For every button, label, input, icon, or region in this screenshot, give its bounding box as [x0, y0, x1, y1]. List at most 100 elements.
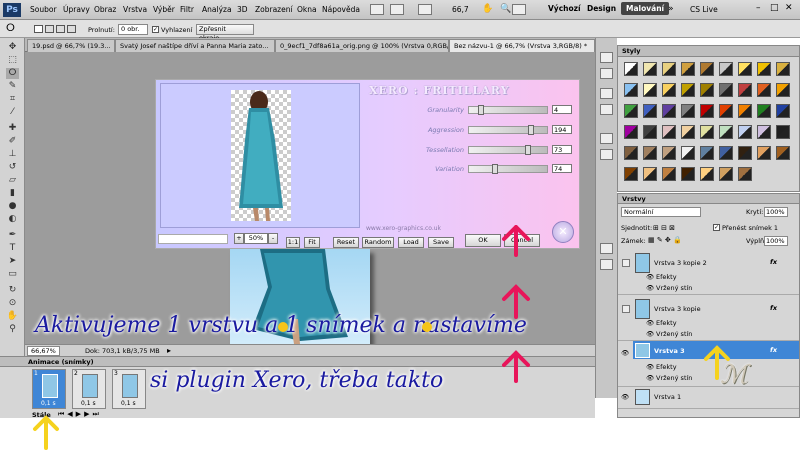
layer-name[interactable]: Vrstva 3 kopie 2: [654, 259, 707, 267]
style-swatch[interactable]: [624, 167, 638, 181]
style-swatch[interactable]: [624, 104, 638, 118]
style-swatch[interactable]: [662, 146, 676, 160]
move-tool-icon[interactable]: ✥: [6, 42, 19, 53]
menu-vyber[interactable]: Výběr: [153, 5, 175, 14]
style-swatch[interactable]: [681, 104, 695, 118]
feather-input[interactable]: 0 obr.: [118, 24, 148, 35]
intersect-selection-icon[interactable]: [67, 25, 76, 33]
lasso-icon[interactable]: ⵔ: [6, 23, 15, 34]
style-swatch[interactable]: [776, 83, 790, 97]
variation-value[interactable]: 74: [552, 164, 572, 173]
opacity-input[interactable]: 100%: [764, 207, 788, 217]
xero-logo-icon[interactable]: ✕: [552, 221, 574, 243]
animation-panel-title[interactable]: Animace (snímky): [28, 358, 94, 366]
style-swatch[interactable]: [776, 104, 790, 118]
effects-eye-icon[interactable]: 👁: [646, 319, 654, 327]
style-swatch[interactable]: [738, 125, 752, 139]
style-swatch[interactable]: [776, 125, 790, 139]
path-select-icon[interactable]: ➤: [6, 256, 19, 267]
layer-fx-icon[interactable]: fx: [770, 346, 777, 354]
save-button[interactable]: Save: [428, 237, 454, 248]
style-swatch[interactable]: [662, 83, 676, 97]
style-swatch[interactable]: [738, 167, 752, 181]
style-swatch[interactable]: [681, 125, 695, 139]
animation-frame[interactable]: 2 0,1 s: [72, 369, 106, 409]
style-swatch[interactable]: [643, 146, 657, 160]
crop-tool-icon[interactable]: ⌗: [6, 94, 19, 105]
adjustments-panel-icon[interactable]: [600, 133, 613, 144]
style-swatch[interactable]: [700, 125, 714, 139]
layer-row[interactable]: Vrstva 3 kopie 2 fx 👁 Efekty 👁 Vržený st…: [618, 249, 799, 295]
bridge-icon[interactable]: [370, 4, 384, 15]
eraser-tool-icon[interactable]: ▱: [6, 175, 19, 186]
minibridge-icon[interactable]: [390, 4, 404, 15]
zoom-in-button[interactable]: +: [234, 233, 244, 244]
pen-tool-icon[interactable]: ✒: [6, 230, 19, 241]
style-swatch[interactable]: [719, 125, 733, 139]
effects-eye-icon[interactable]: 👁: [646, 273, 654, 281]
menu-analyza[interactable]: Analýza: [202, 5, 232, 14]
load-button[interactable]: Load: [398, 237, 424, 248]
zoom-1to1-button[interactable]: 1:1: [286, 237, 300, 248]
zoom-level[interactable]: 66,7: [452, 5, 469, 14]
style-swatch[interactable]: [643, 104, 657, 118]
style-swatch[interactable]: [662, 167, 676, 181]
style-swatch[interactable]: [757, 146, 771, 160]
shadow-eye-icon[interactable]: 👁: [646, 284, 654, 292]
layer-row[interactable]: Vrstva 3 kopie fx 👁 Efekty 👁 Vržený stín: [618, 295, 799, 341]
antialias-checkbox[interactable]: ✓: [152, 26, 159, 33]
hand-tool-icon[interactable]: ✋: [6, 311, 19, 322]
blend-mode-select[interactable]: Normální: [621, 207, 701, 217]
refine-edge-button[interactable]: Zpřesnit okraje...: [196, 24, 254, 42]
animation-frame[interactable]: 1 0,1 s: [32, 369, 66, 409]
style-swatch[interactable]: [738, 146, 752, 160]
style-swatch[interactable]: [700, 104, 714, 118]
styles-panel-title[interactable]: Styly: [622, 47, 641, 55]
layer-name[interactable]: Vrstva 3: [654, 347, 685, 355]
history-panel-icon[interactable]: [600, 52, 613, 63]
brush-tool-icon[interactable]: ✐: [6, 136, 19, 147]
menu-zobrazeni[interactable]: Zobrazení: [255, 5, 293, 14]
zoom-out-button[interactable]: -: [268, 233, 278, 244]
style-swatch[interactable]: [681, 62, 695, 76]
menu-okna[interactable]: Okna: [297, 5, 317, 14]
type-tool-icon[interactable]: T: [6, 243, 19, 254]
aggression-slider[interactable]: [468, 125, 548, 135]
3d-camera-icon[interactable]: ⊙: [6, 298, 19, 309]
workspace-design[interactable]: Design: [587, 4, 616, 13]
style-swatch[interactable]: [700, 62, 714, 76]
workspace-vychozi[interactable]: Výchozí: [548, 4, 581, 13]
actions-panel-icon[interactable]: [600, 68, 613, 79]
animation-frame[interactable]: 3 0,1 s: [112, 369, 146, 409]
effects-eye-icon[interactable]: 👁: [646, 363, 654, 371]
guides-icon[interactable]: [418, 4, 432, 15]
status-zoom[interactable]: 66,67%: [27, 346, 60, 356]
frame-delay[interactable]: 0,1 s: [81, 400, 96, 407]
visibility-eye-icon[interactable]: 👁: [621, 349, 629, 357]
style-swatch[interactable]: [681, 83, 695, 97]
tessellation-thumb[interactable]: [525, 145, 532, 155]
style-swatch[interactable]: [700, 167, 714, 181]
style-swatch[interactable]: [662, 104, 676, 118]
style-swatch[interactable]: [719, 167, 733, 181]
frame-delay[interactable]: 0,1 s: [41, 400, 56, 407]
cs-live[interactable]: CS Live: [690, 5, 718, 14]
tessellation-value[interactable]: 73: [552, 145, 572, 154]
3d-rotate-icon[interactable]: ↻: [6, 285, 19, 296]
style-swatch[interactable]: [719, 83, 733, 97]
menu-soubor[interactable]: Soubor: [30, 5, 57, 14]
reset-button[interactable]: Reset: [333, 237, 359, 248]
style-swatch[interactable]: [757, 125, 771, 139]
ok-button[interactable]: OK: [465, 234, 501, 247]
variation-thumb[interactable]: [492, 164, 499, 174]
menu-obraz[interactable]: Obraz: [94, 5, 116, 14]
style-swatch[interactable]: [776, 62, 790, 76]
style-swatch[interactable]: [681, 146, 695, 160]
style-swatch[interactable]: [700, 83, 714, 97]
granularity-thumb[interactable]: [478, 105, 485, 115]
layer-name[interactable]: Vrstva 1: [654, 393, 681, 401]
style-swatch[interactable]: [757, 83, 771, 97]
style-swatch[interactable]: [738, 104, 752, 118]
add-selection-icon[interactable]: [45, 25, 54, 33]
maximize-icon[interactable]: □: [770, 3, 779, 13]
